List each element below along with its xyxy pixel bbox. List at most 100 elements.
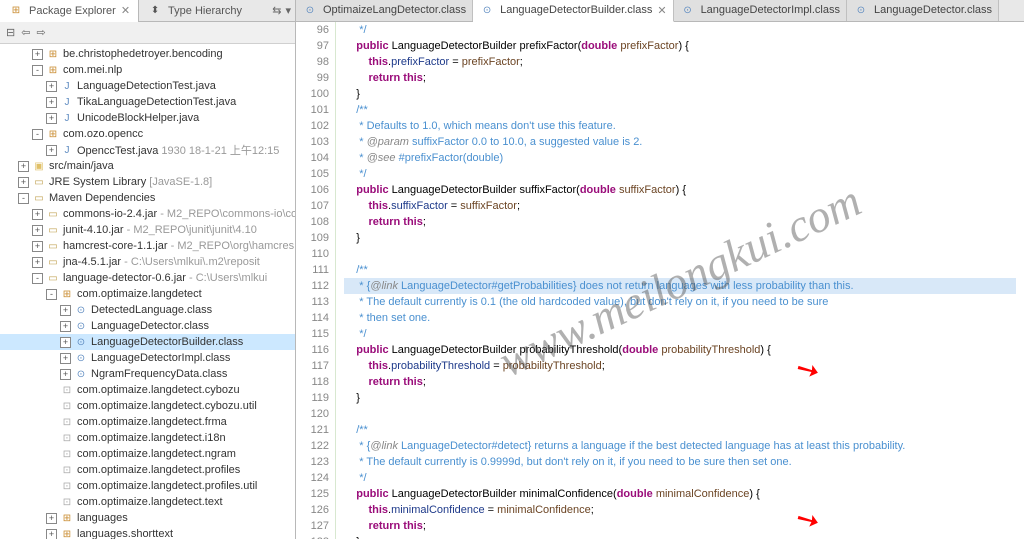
fwd-icon[interactable]: ⇨ bbox=[36, 26, 45, 39]
code-editor[interactable]: 9697989910010110210310410510610710810911… bbox=[296, 22, 1024, 539]
tree-item[interactable]: +⊙NgramFrequencyData.class bbox=[0, 366, 295, 382]
tab-package-explorer[interactable]: ⊞ Package Explorer ✕ bbox=[0, 0, 139, 22]
code-line[interactable]: public LanguageDetectorBuilder probabili… bbox=[344, 342, 1016, 358]
editor-tab[interactable]: ⊙LanguageDetectorBuilder.class✕ bbox=[473, 0, 673, 22]
package-tree[interactable]: +⊞be.christophedetroyer.bencoding-⊞com.m… bbox=[0, 44, 295, 539]
tree-item[interactable]: -⊞com.mei.nlp bbox=[0, 62, 295, 78]
code-line[interactable]: return this; bbox=[344, 70, 1016, 86]
tree-item[interactable]: ⊡com.optimaize.langdetect.profiles.util bbox=[0, 478, 295, 494]
close-icon[interactable]: ✕ bbox=[121, 4, 130, 17]
code-line[interactable]: * @see #prefixFactor(double) bbox=[344, 150, 1016, 166]
tree-item[interactable]: ⊡com.optimaize.langdetect.i18n bbox=[0, 430, 295, 446]
code-line[interactable]: */ bbox=[344, 166, 1016, 182]
tree-item[interactable]: +⊙LanguageDetector.class bbox=[0, 318, 295, 334]
code-line[interactable]: */ bbox=[344, 22, 1016, 38]
expand-icon[interactable]: + bbox=[32, 257, 43, 268]
tree-item[interactable]: +▭JRE System Library [JavaSE-1.8] bbox=[0, 174, 295, 190]
tree-item[interactable]: ⊡com.optimaize.langdetect.profiles bbox=[0, 462, 295, 478]
code-line[interactable] bbox=[344, 246, 1016, 262]
tree-item[interactable]: +JLanguageDetectionTest.java bbox=[0, 78, 295, 94]
tree-item[interactable]: +⊙LanguageDetectorImpl.class bbox=[0, 350, 295, 366]
expand-icon[interactable]: + bbox=[60, 321, 71, 332]
code-line[interactable]: * The default currently is 0.9999d, but … bbox=[344, 454, 1016, 470]
code-line[interactable]: } bbox=[344, 86, 1016, 102]
tree-item[interactable]: +JTikaLanguageDetectionTest.java bbox=[0, 94, 295, 110]
tree-item[interactable]: +⊞languages bbox=[0, 510, 295, 526]
tree-item[interactable]: +⊞be.christophedetroyer.bencoding bbox=[0, 46, 295, 62]
code-line[interactable]: this.prefixFactor = prefixFactor; bbox=[344, 54, 1016, 70]
tree-item[interactable]: ⊡com.optimaize.langdetect.cybozu bbox=[0, 382, 295, 398]
tree-item[interactable]: -▭language-detector-0.6.jar - C:\Users\m… bbox=[0, 270, 295, 286]
code-line[interactable]: return this; bbox=[344, 518, 1016, 534]
expand-icon[interactable]: + bbox=[46, 145, 57, 156]
collapse-icon[interactable]: - bbox=[32, 65, 43, 76]
expand-icon[interactable]: + bbox=[46, 513, 57, 524]
tree-item[interactable]: ⊡com.optimaize.langdetect.ngram bbox=[0, 446, 295, 462]
code-area[interactable]: www.meilongkui.com ➘ ➘ */ public Languag… bbox=[336, 22, 1024, 539]
tree-item[interactable]: ⊡com.optimaize.langdetect.cybozu.util bbox=[0, 398, 295, 414]
code-line[interactable]: return this; bbox=[344, 214, 1016, 230]
tree-item[interactable]: +▭commons-io-2.4.jar - M2_REPO\commons-i… bbox=[0, 206, 295, 222]
tab-type-hierarchy[interactable]: ⬍ Type Hierarchy bbox=[139, 0, 250, 22]
close-icon[interactable]: ✕ bbox=[657, 4, 666, 17]
collapse-icon[interactable]: - bbox=[32, 273, 43, 284]
code-line[interactable]: } bbox=[344, 534, 1016, 539]
code-line[interactable] bbox=[344, 406, 1016, 422]
tree-item[interactable]: +▭junit-4.10.jar - M2_REPO\junit\junit\4… bbox=[0, 222, 295, 238]
collapse-icon[interactable]: - bbox=[18, 193, 29, 204]
code-line[interactable]: return this; bbox=[344, 374, 1016, 390]
tree-item[interactable]: ⊡com.optimaize.langdetect.frma bbox=[0, 414, 295, 430]
expand-icon[interactable]: + bbox=[32, 241, 43, 252]
expand-icon[interactable]: + bbox=[60, 305, 71, 316]
editor-tab[interactable]: ⊙LanguageDetector.class bbox=[847, 0, 999, 21]
code-line[interactable]: public LanguageDetectorBuilder suffixFac… bbox=[344, 182, 1016, 198]
tree-item[interactable]: +▣src/main/java bbox=[0, 158, 295, 174]
tree-item[interactable]: -⊞com.ozo.opencc bbox=[0, 126, 295, 142]
collapse-icon[interactable]: - bbox=[46, 289, 57, 300]
tree-item[interactable]: +⊙LanguageDetectorBuilder.class bbox=[0, 334, 295, 350]
code-line[interactable]: /** bbox=[344, 262, 1016, 278]
tree-item[interactable]: +JUnicodeBlockHelper.java bbox=[0, 110, 295, 126]
expand-icon[interactable]: + bbox=[46, 97, 57, 108]
code-line[interactable]: this.minimalConfidence = minimalConfiden… bbox=[344, 502, 1016, 518]
tree-item[interactable]: -▭Maven Dependencies bbox=[0, 190, 295, 206]
link-icon[interactable]: ⇆ bbox=[272, 4, 281, 17]
expand-icon[interactable]: + bbox=[60, 369, 71, 380]
tree-item[interactable]: -⊞com.optimaize.langdetect bbox=[0, 286, 295, 302]
expand-icon[interactable]: + bbox=[18, 161, 29, 172]
code-line[interactable]: * @param suffixFactor 0.0 to 10.0, a sug… bbox=[344, 134, 1016, 150]
back-icon[interactable]: ⇦ bbox=[21, 26, 30, 39]
code-line[interactable]: * {@link LanguageDetector#getProbabiliti… bbox=[344, 278, 1016, 294]
code-line[interactable]: public LanguageDetectorBuilder prefixFac… bbox=[344, 38, 1016, 54]
tree-item[interactable]: +⊙DetectedLanguage.class bbox=[0, 302, 295, 318]
expand-icon[interactable]: + bbox=[18, 177, 29, 188]
tree-item[interactable]: +▭jna-4.5.1.jar - C:\Users\mlkui\.m2\rep… bbox=[0, 254, 295, 270]
code-line[interactable]: * The default currently is 0.1 (the old … bbox=[344, 294, 1016, 310]
code-line[interactable]: } bbox=[344, 390, 1016, 406]
collapse-icon[interactable]: ⊟ bbox=[6, 26, 15, 39]
code-line[interactable]: */ bbox=[344, 470, 1016, 486]
code-line[interactable]: public LanguageDetectorBuilder minimalCo… bbox=[344, 486, 1016, 502]
tree-item[interactable]: +▭hamcrest-core-1.1.jar - M2_REPO\org\ha… bbox=[0, 238, 295, 254]
editor-tab[interactable]: ⊙LanguageDetectorImpl.class bbox=[674, 0, 847, 21]
collapse-icon[interactable]: - bbox=[32, 129, 43, 140]
code-line[interactable]: } bbox=[344, 230, 1016, 246]
tree-item[interactable]: +⊞languages.shorttext bbox=[0, 526, 295, 539]
expand-icon[interactable]: + bbox=[32, 225, 43, 236]
expand-icon[interactable]: + bbox=[46, 113, 57, 124]
expand-icon[interactable]: + bbox=[46, 529, 57, 539]
code-line[interactable]: this.suffixFactor = suffixFactor; bbox=[344, 198, 1016, 214]
code-line[interactable]: this.probabilityThreshold = probabilityT… bbox=[344, 358, 1016, 374]
tree-item[interactable]: +JOpenccTest.java 1930 18-1-21 上午12:15 bbox=[0, 142, 295, 158]
code-line[interactable]: * then set one. bbox=[344, 310, 1016, 326]
expand-icon[interactable]: + bbox=[32, 49, 43, 60]
code-line[interactable]: * Defaults to 1.0, which means don't use… bbox=[344, 118, 1016, 134]
expand-icon[interactable]: + bbox=[46, 81, 57, 92]
expand-icon[interactable]: + bbox=[60, 337, 71, 348]
code-line[interactable]: * {@link LanguageDetector#detect} return… bbox=[344, 438, 1016, 454]
tree-item[interactable]: ⊡com.optimaize.langdetect.text bbox=[0, 494, 295, 510]
code-line[interactable]: /** bbox=[344, 422, 1016, 438]
editor-tab[interactable]: ⊙OptimaizeLangDetector.class bbox=[296, 0, 473, 21]
expand-icon[interactable]: + bbox=[32, 209, 43, 220]
code-line[interactable]: /** bbox=[344, 102, 1016, 118]
